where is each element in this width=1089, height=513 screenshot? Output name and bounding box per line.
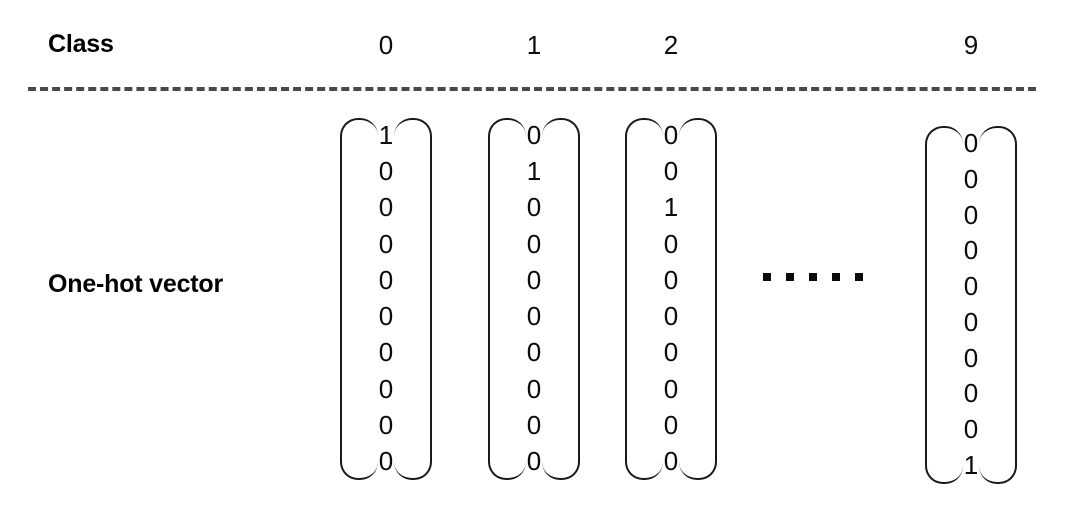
one-hot-vector-0: 1 0 0 0 0 0 0 0 0 0: [340, 118, 432, 480]
vector-values: 0 1 0 0 0 0 0 0 0 0: [488, 118, 580, 480]
ellipsis-dots: [763, 273, 863, 281]
vector-cell: 0: [663, 373, 679, 404]
vector-values: 0 0 1 0 0 0 0 0 0 0: [625, 118, 717, 480]
ellipsis-dot: [763, 273, 771, 281]
class-header-0: 0: [378, 30, 394, 60]
vector-cell: 0: [526, 228, 542, 259]
vector-cell: 0: [963, 378, 979, 409]
class-header-9: 9: [963, 30, 979, 60]
vector-values: 1 0 0 0 0 0 0 0 0 0: [340, 118, 432, 480]
vector-cell: 0: [963, 271, 979, 302]
vector-cell: 1: [963, 449, 979, 480]
vector-cell: 0: [526, 445, 542, 476]
one-hot-vector-row-label: One-hot vector: [48, 270, 223, 298]
vector-cell: 0: [378, 264, 394, 295]
vector-cell: 1: [378, 120, 394, 150]
ellipsis-dot: [832, 273, 840, 281]
dashed-separator-line: [28, 87, 1036, 91]
vector-cell: 0: [526, 301, 542, 332]
vector-cell: 0: [663, 445, 679, 476]
vector-cell: 0: [378, 301, 394, 332]
vector-cell: 0: [378, 409, 394, 440]
vector-cell: 0: [963, 414, 979, 445]
vector-cell: 0: [378, 337, 394, 368]
one-hot-vector-9: 0 0 0 0 0 0 0 0 0 1: [925, 126, 1017, 484]
vector-cell: 0: [663, 337, 679, 368]
vector-cell: 0: [378, 445, 394, 476]
vector-cell: 0: [963, 199, 979, 230]
vector-cell: 0: [963, 128, 979, 158]
one-hot-vector-1: 0 1 0 0 0 0 0 0 0 0: [488, 118, 580, 480]
vector-cell: 0: [963, 235, 979, 266]
vector-cell: 0: [378, 192, 394, 223]
class-row-label: Class: [48, 30, 114, 58]
vector-cell: 0: [378, 156, 394, 187]
vector-cell: 0: [378, 373, 394, 404]
ellipsis-dot: [855, 273, 863, 281]
vector-cell: 0: [526, 120, 542, 150]
vector-cell: 0: [963, 342, 979, 373]
ellipsis-dot: [786, 273, 794, 281]
vector-cell: 0: [526, 337, 542, 368]
vector-cell: 0: [663, 264, 679, 295]
vector-cell: 0: [663, 120, 679, 150]
vector-cell: 1: [663, 192, 679, 223]
vector-cell: 0: [663, 156, 679, 187]
one-hot-vector-2: 0 0 1 0 0 0 0 0 0 0: [625, 118, 717, 480]
vector-cell: 0: [663, 301, 679, 332]
class-header-2: 2: [663, 30, 679, 60]
vector-cell: 0: [963, 163, 979, 194]
vector-cell: 0: [526, 192, 542, 223]
ellipsis-dot: [809, 273, 817, 281]
vector-cell: 0: [378, 228, 394, 259]
vector-cell: 1: [526, 156, 542, 187]
vector-cell: 0: [526, 409, 542, 440]
vector-cell: 0: [963, 306, 979, 337]
vector-cell: 0: [526, 373, 542, 404]
vector-values: 0 0 0 0 0 0 0 0 0 1: [925, 126, 1017, 484]
vector-cell: 0: [663, 228, 679, 259]
vector-cell: 0: [526, 264, 542, 295]
vector-cell: 0: [663, 409, 679, 440]
class-header-1: 1: [526, 30, 542, 60]
